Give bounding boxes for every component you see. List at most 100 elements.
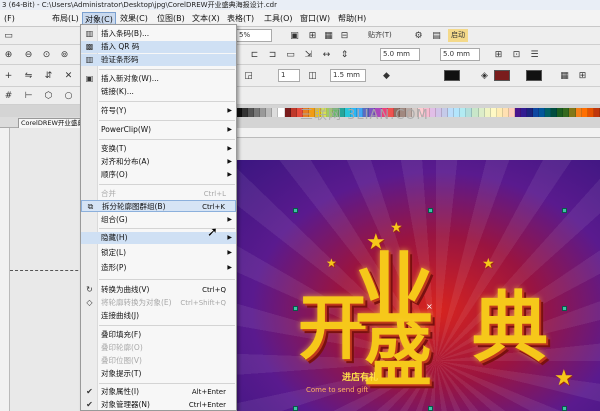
menu-item-label: 插入 QR 码	[101, 42, 140, 51]
mirror-icon[interactable]: ◫	[306, 69, 319, 82]
fill-bucket-icon[interactable]: ◈	[478, 69, 491, 82]
menu-item-insert-qr[interactable]: ▩ 插入 QR 码	[81, 41, 236, 53]
units-icon[interactable]: ⊞	[492, 48, 505, 61]
distribute-icon[interactable]: ⊐	[266, 48, 279, 61]
submenu-arrow-icon: ▶	[227, 216, 232, 223]
menu-separator	[99, 139, 235, 140]
menu-item-overprint-fill[interactable]: 叠印填充(F)	[81, 329, 236, 341]
duplicate-distance-icon[interactable]: ⇕	[338, 48, 351, 61]
menu-item-insert-object[interactable]: ▣ 插入新对象(W)...	[81, 73, 236, 85]
fill-color-swatch[interactable]	[444, 70, 460, 81]
quadrant-icon[interactable]: ◲	[242, 69, 255, 82]
copies-field[interactable]: 1	[278, 69, 300, 82]
extend-icon[interactable]: ⊞	[576, 69, 589, 82]
menu-item-align-distribute[interactable]: 对齐和分布(A) ▶	[81, 156, 236, 168]
settings-icon[interactable]: ☰	[528, 48, 541, 61]
add-icon[interactable]: +	[2, 69, 15, 82]
selection-handle[interactable]	[428, 208, 433, 213]
menu-item-label: 验证条形码	[101, 55, 139, 64]
poster-artwork[interactable]: ★ ★ ★ ★ ★ 开 业 盛 典 进店有礼 Come to send gift…	[236, 160, 600, 411]
full-screen-icon[interactable]: ▣	[288, 29, 301, 42]
mouse-cursor-icon: ➚	[207, 225, 218, 240]
menu-item-break-apart[interactable]: ⧉ 拆分轮廓图群组(B) Ctrl+K	[81, 200, 236, 212]
menu-item-order[interactable]: 顺序(O) ▶	[81, 169, 236, 181]
new-document-icon[interactable]: ▭	[2, 29, 15, 42]
menu-window[interactable]: 窗口(W)	[298, 12, 332, 25]
hexagon-icon[interactable]: ⬡	[42, 89, 55, 102]
menu-item-link[interactable]: 链接(K)...	[81, 86, 236, 98]
grid-icon[interactable]: ▦	[322, 29, 335, 42]
menu-item-outline-to-object[interactable]: ◇ 将轮廓转换为对象(E) Ctrl+Shift+Q	[81, 297, 236, 309]
menu-item-object-manager[interactable]: ✔ 对象管理器(N) Ctrl+Enter	[81, 399, 236, 411]
flip-vertical-icon[interactable]: ⇵	[42, 69, 55, 82]
submenu-arrow-icon: ▶	[227, 145, 232, 152]
secondary-color-swatch[interactable]	[526, 70, 542, 81]
zoom-in-icon[interactable]: ⊕	[2, 48, 15, 61]
vertical-ruler[interactable]	[0, 128, 10, 411]
menu-item-overprint-bitmap[interactable]: 叠印位图(V)	[81, 355, 236, 367]
menu-item-object-hints[interactable]: 对象提示(T)	[81, 368, 236, 380]
nudge-icon[interactable]: ↔	[320, 48, 333, 61]
selection-handle[interactable]	[293, 306, 298, 311]
submenu-arrow-icon: ▶	[227, 158, 232, 165]
rulers-icon[interactable]: ⊞	[306, 29, 319, 42]
delete-icon[interactable]: ✕	[62, 69, 75, 82]
document-tab[interactable]: CorelDREW开业盛典	[18, 118, 87, 128]
menu-layout[interactable]: 布局(L)	[50, 12, 81, 25]
outline-width-field[interactable]: 1.5 mm	[330, 69, 366, 82]
selection-handle[interactable]	[562, 406, 567, 411]
menu-item-powerclip[interactable]: PowerClip(W) ▶	[81, 124, 236, 136]
flip-horizontal-icon[interactable]: ⇋	[22, 69, 35, 82]
menu-item-insert-barcode[interactable]: ▥ 插入条码(B)...	[81, 28, 236, 40]
outline-object-icon: ◇	[86, 298, 93, 307]
snap-icon[interactable]: ⊢	[22, 89, 35, 102]
selection-handle[interactable]	[293, 406, 298, 411]
zoom-out-icon[interactable]: ⊖	[22, 48, 35, 61]
selection-handle[interactable]	[562, 208, 567, 213]
menu-item-overprint-outline[interactable]: 叠印轮廓(O)	[81, 342, 236, 354]
outline-color-swatch[interactable]	[494, 70, 510, 81]
menu-tools[interactable]: 工具(O)	[262, 12, 295, 25]
menu-item-transform[interactable]: 变换(T) ▶	[81, 143, 236, 155]
settings-gear-icon[interactable]: ⚙	[412, 29, 425, 42]
menu-item-lock[interactable]: 锁定(L) ▶	[81, 247, 236, 259]
menu-help[interactable]: 帮助(H)	[336, 12, 368, 25]
mesh-icon[interactable]: ▦	[558, 69, 571, 82]
menu-item-object-properties[interactable]: ✔ 对象属性(I) Alt+Enter	[81, 386, 236, 398]
selection-handle[interactable]	[293, 208, 298, 213]
poster-char-dian: 典	[472, 283, 548, 372]
application-launcher-icon[interactable]: ▤	[430, 29, 443, 42]
menu-item-join-curves[interactable]: 连接曲线(J)	[81, 310, 236, 322]
menu-item-shortcut: Ctrl+Shift+Q	[180, 299, 226, 307]
menu-item-label: 顺序(O)	[101, 170, 128, 179]
menu-item-label: 将轮廓转换为对象(E)	[101, 298, 172, 307]
zoom-selected-icon[interactable]: ⊙	[40, 48, 53, 61]
snap-to-dropdown[interactable]: 贴齐(T)	[368, 29, 392, 42]
outline-color-icon[interactable]: ◆	[380, 69, 393, 82]
zoom-level-field[interactable]: 5%	[236, 29, 272, 42]
selection-handle[interactable]	[428, 406, 433, 411]
page-orientation-icon[interactable]: ⊡	[510, 48, 523, 61]
duplicate-y-field[interactable]: 5.0 mm	[440, 48, 480, 61]
menu-item-combine[interactable]: 合并 Ctrl+L	[81, 188, 236, 200]
unit-icon[interactable]: ⇲	[302, 48, 315, 61]
zoom-all-icon[interactable]: ⊚	[58, 48, 71, 61]
selection-handle[interactable]	[562, 306, 567, 311]
menu-file[interactable]: (F)	[2, 12, 17, 25]
duplicate-x-field[interactable]: 5.0 mm	[380, 48, 420, 61]
launch-button[interactable]: 启动	[448, 29, 468, 42]
menu-item-shortcut: Ctrl+K	[202, 203, 225, 211]
menu-item-validate-barcode[interactable]: ▥ 验证条形码	[81, 54, 236, 66]
palette-swatch[interactable]	[593, 108, 600, 117]
guidelines-icon[interactable]: ⊟	[338, 29, 351, 42]
center-marker: ×	[426, 302, 433, 311]
watermark: 三联网 3LIAN.COM	[300, 108, 429, 123]
menu-item-shaping[interactable]: 造形(P) ▶	[81, 262, 236, 274]
menu-item-convert-curves[interactable]: ↻ 转换为曲线(V) Ctrl+Q	[81, 284, 236, 296]
page-icon[interactable]: ▭	[284, 48, 297, 61]
circle-icon[interactable]: ○	[62, 89, 75, 102]
menu-item-symbol[interactable]: 符号(Y) ▶	[81, 105, 236, 117]
barcode-icon: ▥	[85, 29, 94, 38]
align-icon[interactable]: ⊏	[248, 48, 261, 61]
hash-icon[interactable]: #	[2, 89, 15, 102]
